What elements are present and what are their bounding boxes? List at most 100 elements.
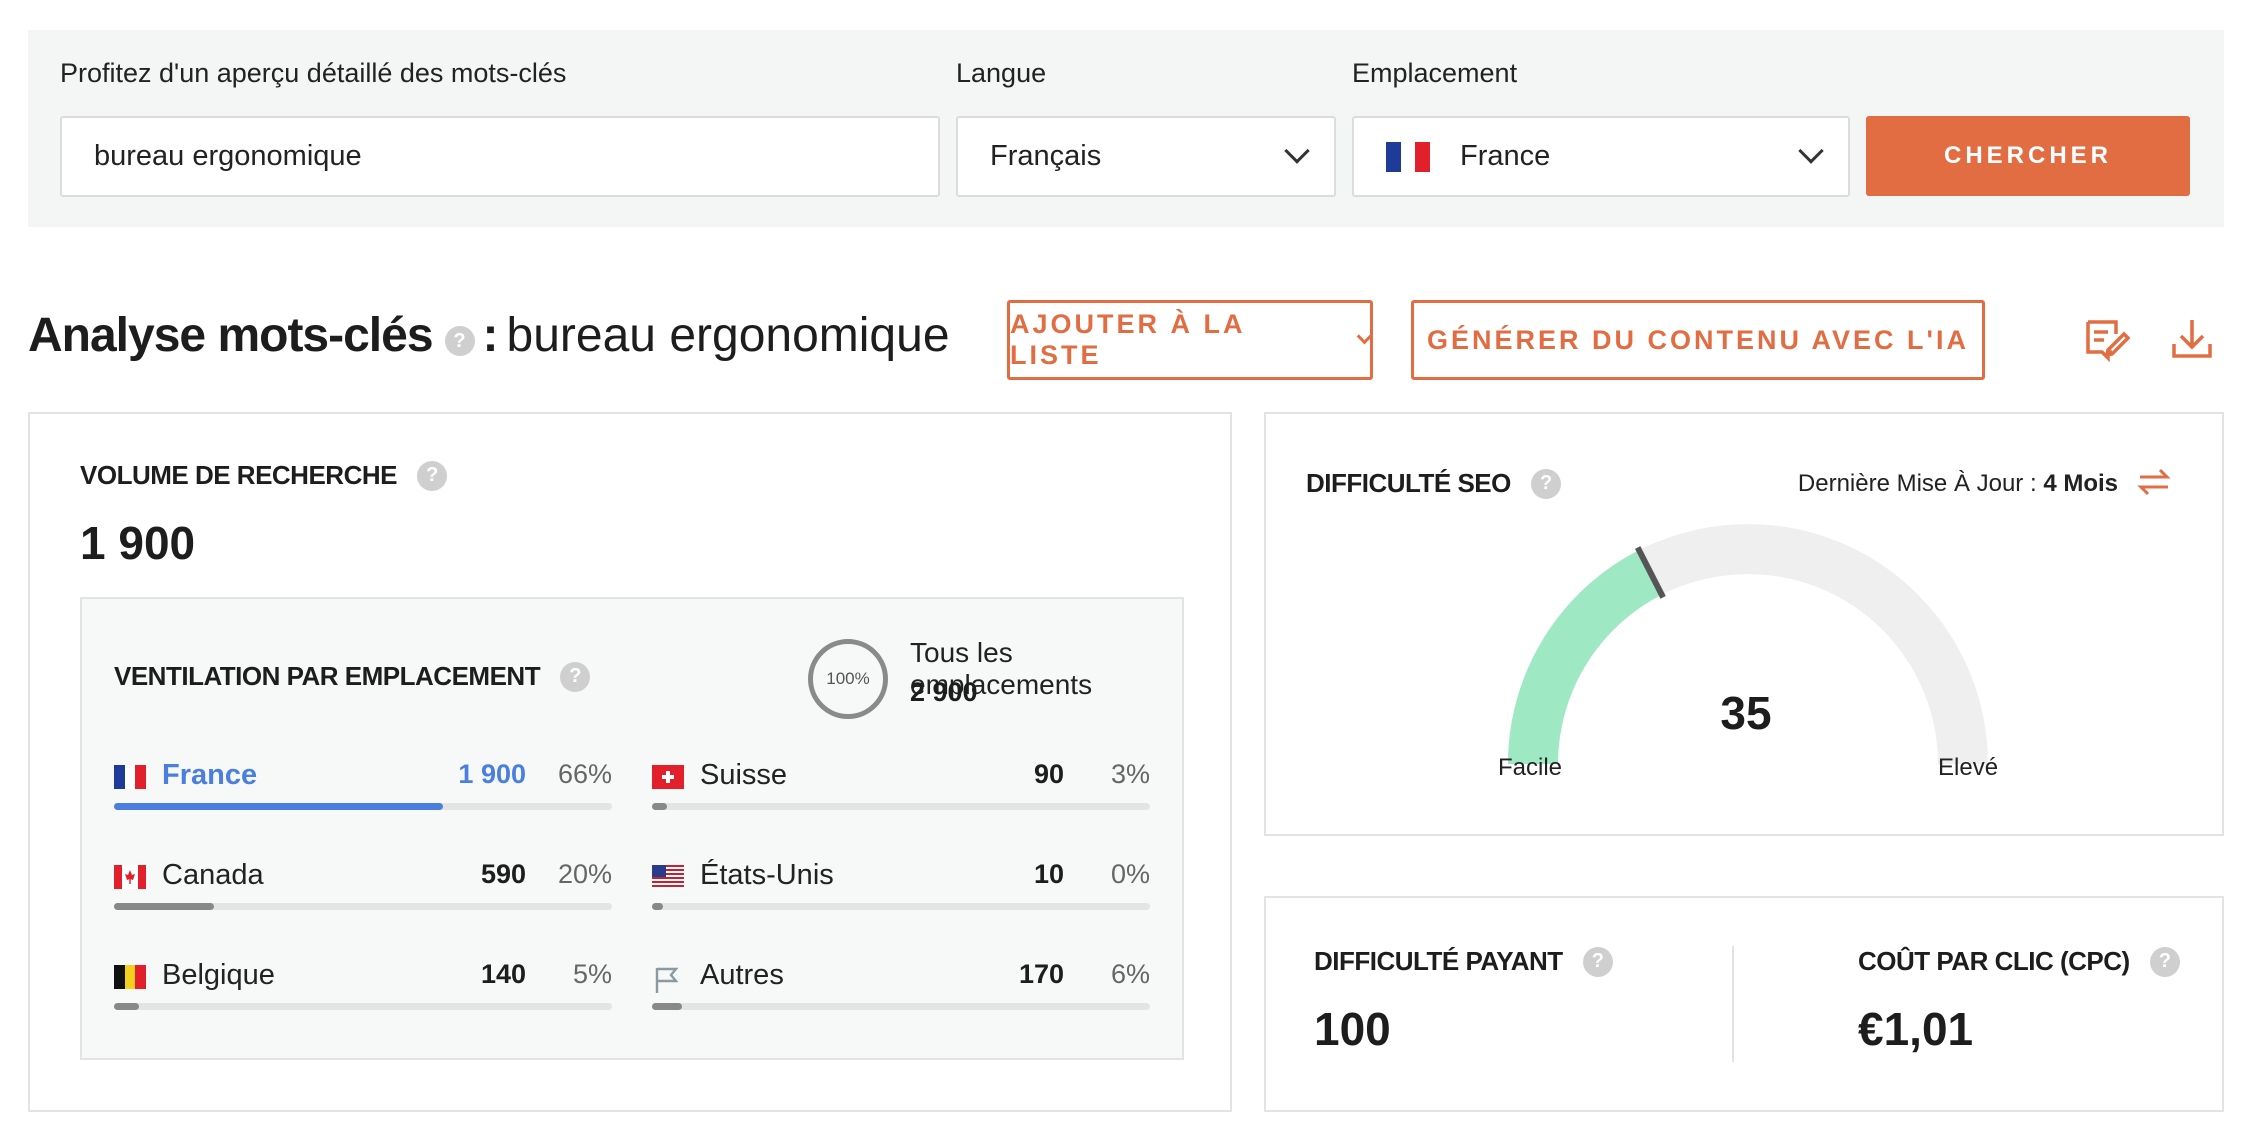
- search-button[interactable]: CHERCHER: [1866, 116, 2190, 196]
- download-icon[interactable]: [2168, 314, 2216, 362]
- search-volume-title-text: VOLUME DE RECHERCHE: [80, 460, 397, 490]
- last-update-label: Dernière Mise À Jour :: [1797, 470, 2037, 497]
- cpc-title-text: COÛT PAR CLIC (CPC): [1858, 946, 2130, 976]
- language-label: Langue: [956, 58, 1047, 88]
- location-name: Suisse: [700, 759, 788, 791]
- seo-difficulty-panel: DIFFICULTÉ SEO ? Dernière Mise À Jour : …: [1264, 412, 2224, 836]
- chevron-down-icon: [1798, 138, 1824, 164]
- last-update-value: 4 Mois: [2043, 470, 2118, 497]
- paid-cpc-panel: DIFFICULTÉ PAYANT ? 100 COÛT PAR CLIC (C…: [1264, 896, 2224, 1112]
- location-volume: 140: [480, 959, 526, 989]
- seo-difficulty-title: DIFFICULTÉ SEO ?: [1306, 468, 1561, 499]
- france-flag-icon: [114, 765, 147, 789]
- location-select-value: France: [1460, 140, 1551, 172]
- seo-difficulty-gauge: [1508, 524, 1988, 765]
- location-bar: [652, 1003, 1150, 1010]
- location-percent: 5%: [572, 959, 612, 989]
- search-volume-title: VOLUME DE RECHERCHE ?: [80, 460, 447, 491]
- gauge-low-label: Facile: [1498, 754, 1563, 781]
- paid-difficulty-title: DIFFICULTÉ PAYANT ?: [1314, 946, 1613, 977]
- paid-difficulty-value: 100: [1314, 1003, 1391, 1055]
- location-name: France: [162, 759, 258, 791]
- help-icon[interactable]: ?: [1582, 946, 1613, 977]
- location-bar: [652, 803, 1150, 810]
- location-name: Autres: [700, 959, 784, 991]
- location-percent: 0%: [1110, 859, 1150, 889]
- location-bar-fill: [652, 803, 667, 810]
- location-bar-fill: [114, 803, 443, 810]
- switzerland-flag-icon: [652, 765, 684, 789]
- location-percent: 66%: [557, 759, 612, 789]
- location-volume: 1 900: [458, 759, 526, 789]
- canada-flag-icon: [114, 865, 146, 889]
- help-icon[interactable]: ?: [444, 326, 475, 356]
- edit-note-icon[interactable]: [2082, 314, 2130, 362]
- keyword-input[interactable]: bureau ergonomique: [60, 116, 940, 197]
- location-row-autres[interactable]: Autres 170 6%: [652, 959, 1150, 1019]
- keyword-label: Profitez d'un aperçu détaillé des mots-c…: [60, 58, 567, 88]
- location-bar: [114, 803, 612, 810]
- generate-ai-content-button[interactable]: GÉNÉRER DU CONTENU AVEC L'IA: [1411, 300, 1985, 380]
- location-name: États-Unis: [700, 859, 834, 891]
- cpc-title: COÛT PAR CLIC (CPC) ?: [1858, 946, 2180, 977]
- help-icon[interactable]: ?: [560, 661, 591, 692]
- location-bar-fill: [114, 1003, 139, 1010]
- flag-outline-icon: [652, 965, 684, 993]
- location-select[interactable]: France: [1352, 116, 1850, 197]
- location-breakdown: VENTILATION PAR EMPLACEMENT ? 100% Tous …: [80, 597, 1184, 1060]
- divider: [1732, 946, 1734, 1062]
- breakdown-title: VENTILATION PAR EMPLACEMENT ?: [114, 661, 591, 692]
- search-volume-panel: VOLUME DE RECHERCHE ? 1 900 VENTILATION …: [28, 412, 1232, 1112]
- location-volume: 10: [1033, 859, 1064, 889]
- usa-flag-icon: [652, 865, 684, 889]
- gauge-high-label: Elevé: [1938, 754, 1999, 781]
- location-row-france[interactable]: France 1 900 66%: [114, 759, 612, 819]
- location-row-belgique[interactable]: Belgique 140 5%: [114, 959, 612, 1019]
- all-locations-value: 2 900: [910, 677, 978, 707]
- location-percent: 20%: [557, 859, 612, 889]
- refresh-icon[interactable]: [2134, 462, 2174, 502]
- breakdown-title-text: VENTILATION PAR EMPLACEMENT: [114, 661, 541, 691]
- add-to-list-button[interactable]: AJOUTER À LA LISTE: [1007, 300, 1373, 380]
- location-bar: [114, 1003, 612, 1010]
- location-bar: [114, 903, 612, 910]
- language-select[interactable]: Français: [956, 116, 1336, 197]
- location-percent: 3%: [1110, 759, 1150, 789]
- last-update: Dernière Mise À Jour : 4 Mois: [1798, 470, 2118, 498]
- location-bar-fill: [652, 903, 663, 910]
- keyword-input-value: bureau ergonomique: [94, 140, 362, 172]
- location-bar-fill: [114, 903, 214, 910]
- language-select-value: Français: [990, 140, 1102, 172]
- help-icon[interactable]: ?: [2149, 946, 2180, 977]
- page-title-keyword: bureau ergonomique: [506, 308, 950, 362]
- location-row-canada[interactable]: Canada 590 20%: [114, 859, 612, 919]
- paid-difficulty-title-text: DIFFICULTÉ PAYANT: [1314, 946, 1563, 976]
- all-locations-ring: 100%: [808, 639, 888, 719]
- chevron-down-icon: [1284, 138, 1310, 164]
- cpc-value: €1,01: [1858, 1003, 1974, 1055]
- belgium-flag-icon: [114, 965, 147, 989]
- page-title-main: Analyse mots-clés: [28, 308, 434, 362]
- add-to-list-label: AJOUTER À LA LISTE: [1010, 309, 1245, 370]
- help-icon[interactable]: ?: [1530, 468, 1561, 499]
- search-bar: Profitez d'un aperçu détaillé des mots-c…: [28, 30, 2224, 227]
- location-percent: 6%: [1110, 959, 1150, 989]
- location-name: Belgique: [162, 959, 275, 991]
- location-row-etats-unis[interactable]: États-Unis 10 0%: [652, 859, 1150, 919]
- seo-difficulty-title-text: DIFFICULTÉ SEO: [1306, 468, 1511, 498]
- location-bar: [652, 903, 1150, 910]
- title-separator: :: [482, 308, 499, 362]
- location-volume: 590: [480, 859, 526, 889]
- location-volume: 90: [1033, 759, 1064, 789]
- help-icon[interactable]: ?: [416, 460, 447, 491]
- location-name: Canada: [162, 859, 264, 891]
- location-volume: 170: [1018, 959, 1064, 989]
- search-volume-value: 1 900: [80, 517, 196, 569]
- chevron-down-icon: [1356, 328, 1373, 344]
- location-label: Emplacement: [1352, 58, 1518, 88]
- location-bar-fill: [652, 1003, 682, 1010]
- page-title: Analyse mots-clés ? : bureau ergonomique: [28, 300, 950, 370]
- france-flag-icon: [1386, 141, 1431, 172]
- location-row-suisse[interactable]: Suisse 90 3%: [652, 759, 1150, 819]
- seo-difficulty-score: 35: [1720, 687, 1772, 739]
